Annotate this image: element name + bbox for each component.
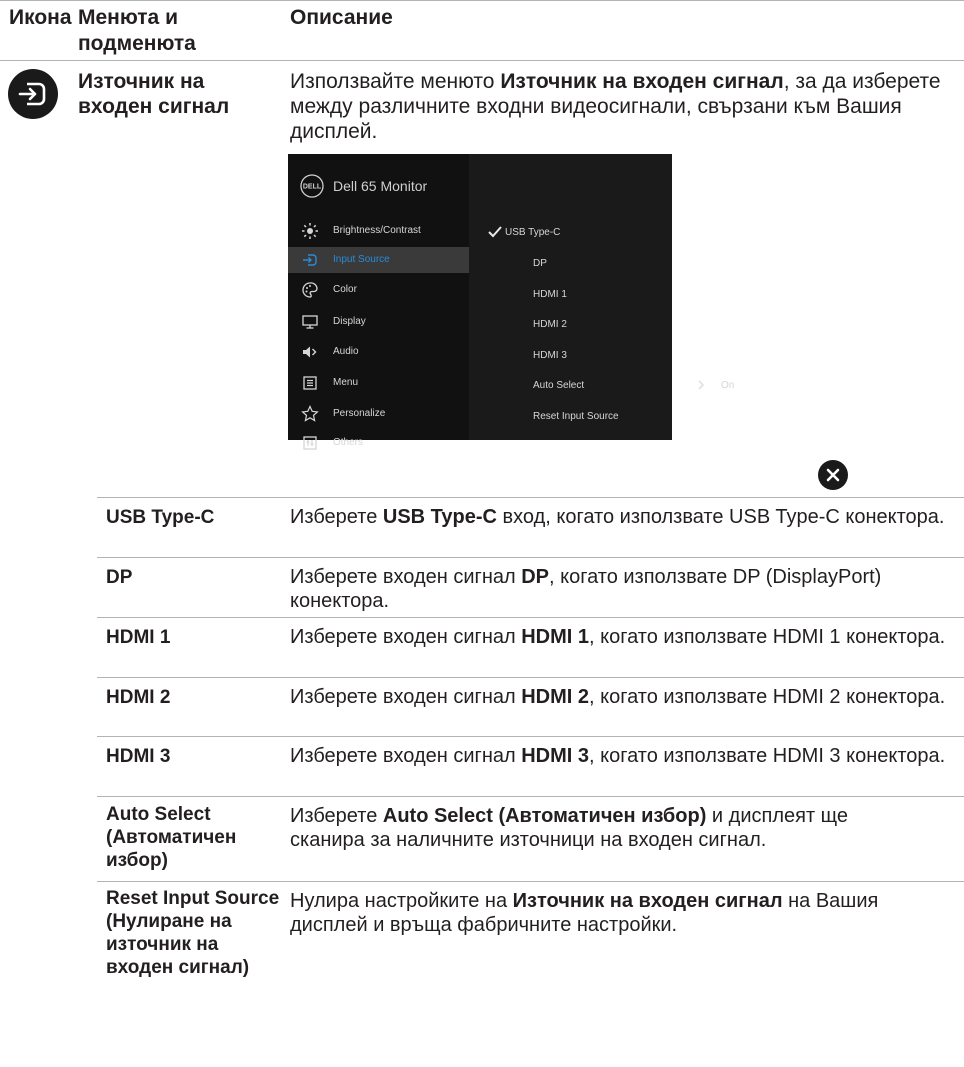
header-rule xyxy=(0,60,964,61)
auto-select-value: On xyxy=(721,380,735,391)
checkmark-icon xyxy=(487,225,503,239)
table-rule xyxy=(97,557,964,558)
osd-item-label: Audio xyxy=(333,346,359,357)
table-rule xyxy=(97,736,964,737)
row-label-dp: DP xyxy=(106,567,133,588)
osd-item-input-source[interactable]: Input Source xyxy=(288,247,469,273)
osd-item-brightness-contrast[interactable]: Brightness/Contrast xyxy=(288,218,469,244)
osd-item-label: Color xyxy=(333,284,357,295)
star-icon xyxy=(301,405,319,423)
monitor-icon xyxy=(301,313,319,331)
osd-item-label: Menu xyxy=(333,377,359,388)
table-rule xyxy=(97,796,964,797)
input-source-description: Използвайте менюто Източник на входен си… xyxy=(290,70,941,143)
osd-menu-screenshot: DELL Dell 65 Monitor Brightness/Contrast… xyxy=(288,154,734,450)
osd-item-label: Brightness/Contrast xyxy=(333,225,421,236)
option-hdmi-2[interactable]: HDMI 2 xyxy=(533,319,567,330)
row-desc-reset-input-source: Нулира настройките на Източник на входен… xyxy=(290,890,879,936)
row-label-reset-input-source: Reset Input Source (Нулиране на източник… xyxy=(106,888,280,978)
osd-item-audio[interactable]: Audio xyxy=(288,339,469,365)
svg-text:DELL: DELL xyxy=(303,184,322,191)
row-label-auto-select: Auto Select (Автоматичен избор) xyxy=(106,804,237,871)
close-icon[interactable] xyxy=(818,460,848,490)
row-desc-hdmi-1: Изберете входен сигнал HDMI 1, когато из… xyxy=(290,626,946,648)
osd-item-personalize[interactable]: Personalize xyxy=(288,401,469,427)
row-label-usb-type-c: USB Type-C xyxy=(106,507,215,528)
option-usb-type-c[interactable]: USB Type-C xyxy=(505,227,560,238)
sun-icon xyxy=(301,222,319,240)
osd-item-label: Input Source xyxy=(333,254,390,265)
osd-item-color[interactable]: Color xyxy=(288,277,469,303)
row-desc-usb-type-c: Изберете USB Type-C вход, когато използв… xyxy=(290,506,945,528)
top-rule xyxy=(0,0,964,1)
osd-item-label: Display xyxy=(333,316,366,327)
row-desc-dp: Изберете входен сигнал DP, когато използ… xyxy=(290,566,882,612)
table-rule xyxy=(97,617,964,618)
header-description-column: Описание xyxy=(290,6,393,29)
row-label-hdmi-1: HDMI 1 xyxy=(106,627,171,648)
option-dp[interactable]: DP xyxy=(533,258,547,269)
table-rule xyxy=(97,881,964,882)
row-desc-hdmi-3: Изберете входен сигнал HDMI 3, когато из… xyxy=(290,745,946,767)
osd-item-others[interactable]: Others xyxy=(288,430,469,456)
header-icon-column: Икона xyxy=(9,6,72,29)
osd-title: Dell 65 Monitor xyxy=(333,178,428,194)
option-hdmi-3[interactable]: HDMI 3 xyxy=(533,350,567,361)
osd-item-label: Others xyxy=(333,437,364,448)
row-desc-hdmi-2: Изберете входен сигнал HDMI 2, когато из… xyxy=(290,686,946,708)
chevron-right-icon xyxy=(696,379,706,391)
option-reset-input-source[interactable]: Reset Input Source xyxy=(533,411,619,422)
input-source-icon xyxy=(8,69,58,119)
dell-logo: DELL xyxy=(300,174,324,198)
option-auto-select[interactable]: Auto Select xyxy=(533,380,584,391)
header-menu-column: Менюта и подменюта xyxy=(78,6,196,55)
table-rule xyxy=(97,677,964,678)
table-rule xyxy=(97,497,964,498)
row-label-hdmi-2: HDMI 2 xyxy=(106,687,171,708)
osd-item-display[interactable]: Display xyxy=(288,309,469,335)
palette-icon xyxy=(301,281,319,299)
osd-item-label: Personalize xyxy=(333,408,386,419)
osd-item-menu[interactable]: Menu xyxy=(288,370,469,396)
others-icon xyxy=(301,434,319,452)
option-hdmi-1[interactable]: HDMI 1 xyxy=(533,289,567,300)
menu-list-icon xyxy=(301,374,319,392)
row-label-hdmi-3: HDMI 3 xyxy=(106,746,171,767)
row-desc-auto-select: Изберете Auto Select (Автоматичен избор)… xyxy=(290,805,849,851)
input-source-label: Източник на входен сигнал xyxy=(78,70,230,118)
input-icon xyxy=(301,251,319,269)
speaker-icon xyxy=(301,343,319,361)
